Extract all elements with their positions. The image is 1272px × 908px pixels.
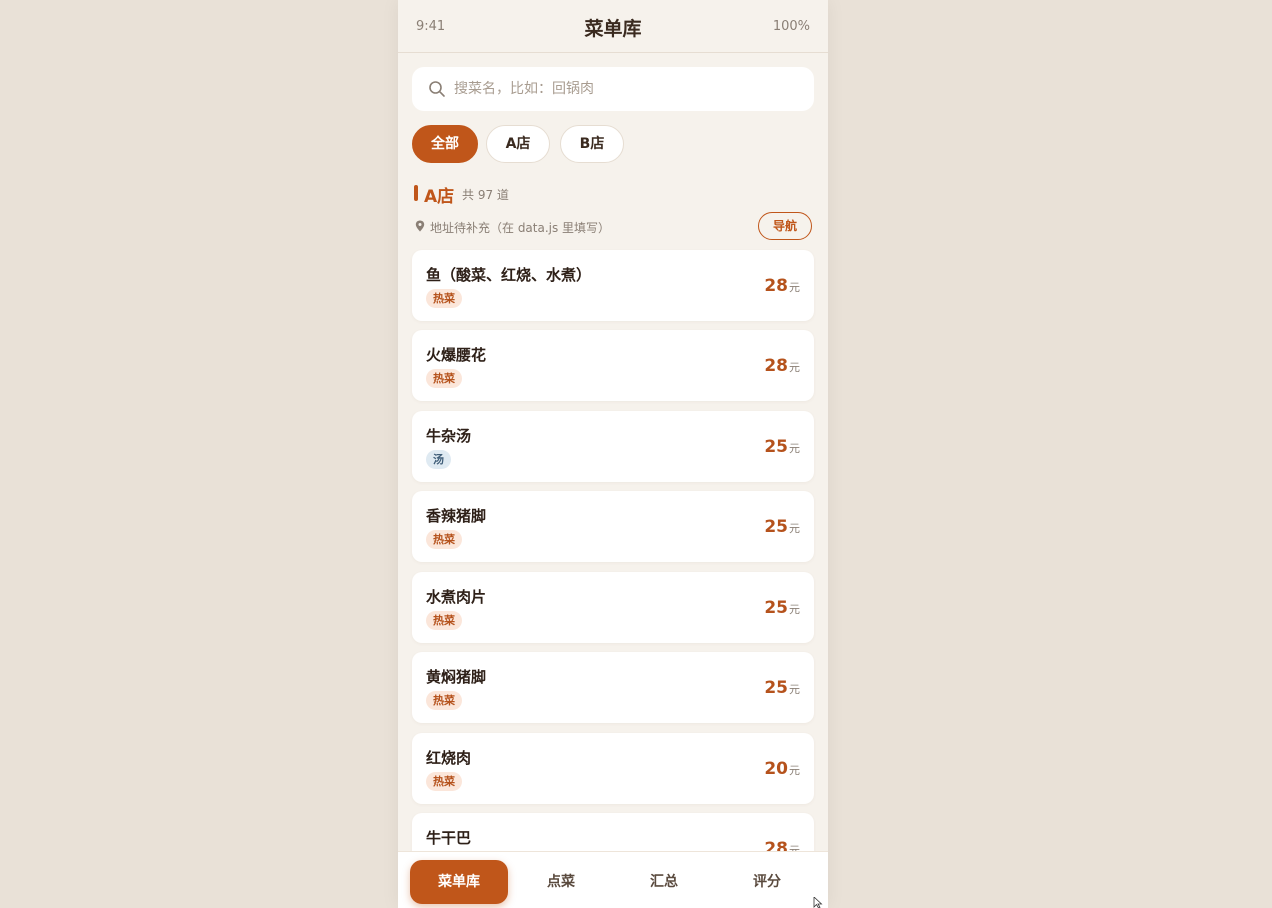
status-bar: 9:41 菜单库 100% — [398, 0, 828, 53]
nav-summary[interactable]: 汇总 — [615, 860, 713, 904]
nav-menu-library[interactable]: 菜单库 — [410, 860, 508, 904]
dish-tag: 热菜 — [426, 611, 462, 630]
dish-card[interactable]: 水煮肉片 热菜 25元 — [412, 572, 814, 643]
dish-name: 牛干巴 — [426, 829, 472, 847]
nav-order[interactable]: 点菜 — [512, 860, 610, 904]
dish-name: 红烧肉 — [426, 749, 472, 767]
dish-price: 20元 — [764, 759, 800, 779]
section-accent-bar — [414, 185, 418, 201]
price-unit: 元 — [789, 522, 800, 535]
price-unit: 元 — [789, 442, 800, 455]
price-value: 25 — [764, 437, 788, 457]
search-icon — [429, 81, 445, 97]
dish-tag: 汤 — [426, 450, 451, 469]
navigate-button[interactable]: 导航 — [758, 212, 812, 240]
price-unit: 元 — [789, 683, 800, 696]
dish-name: 水煮肉片 — [426, 588, 487, 606]
dish-card[interactable]: 火爆腰花 热菜 28元 — [412, 330, 814, 401]
dish-price: 25元 — [764, 678, 800, 698]
dish-tag: 热菜 — [426, 289, 462, 308]
bottom-nav: 菜单库 点菜 汇总 评分 — [398, 851, 828, 908]
dish-name: 鱼（酸菜、红烧、水煮） — [426, 266, 592, 284]
section-title: A店 — [424, 187, 455, 207]
dish-card[interactable]: 黄焖猪脚 热菜 25元 — [412, 652, 814, 723]
price-unit: 元 — [789, 764, 800, 777]
mouse-cursor-icon — [813, 897, 823, 908]
search-bar[interactable] — [412, 67, 814, 111]
price-value: 25 — [764, 517, 788, 537]
dish-tag: 热菜 — [426, 772, 462, 791]
dish-price: 25元 — [764, 598, 800, 618]
location-pin-icon — [415, 220, 425, 232]
dish-card[interactable]: 牛杂汤 汤 25元 — [412, 411, 814, 482]
dish-name: 黄焖猪脚 — [426, 668, 487, 686]
tab-store-a[interactable]: A店 — [486, 125, 550, 163]
dish-card[interactable]: 鱼（酸菜、红烧、水煮） 热菜 28元 — [412, 250, 814, 321]
dish-tag: 热菜 — [426, 530, 462, 549]
dish-name: 火爆腰花 — [426, 346, 487, 364]
section-count: 共 97 道 — [462, 188, 509, 202]
price-value: 28 — [764, 276, 788, 296]
dish-name: 香辣猪脚 — [426, 507, 487, 525]
price-unit: 元 — [789, 603, 800, 616]
price-unit: 元 — [789, 281, 800, 294]
dish-card[interactable]: 香辣猪脚 热菜 25元 — [412, 491, 814, 562]
search-input[interactable] — [454, 67, 794, 111]
dish-price: 28元 — [764, 356, 800, 376]
nav-rating[interactable]: 评分 — [718, 860, 816, 904]
price-value: 25 — [764, 598, 788, 618]
tab-all[interactable]: 全部 — [412, 125, 478, 163]
tab-store-b[interactable]: B店 — [560, 125, 624, 163]
price-value: 28 — [764, 356, 788, 376]
battery-level: 100% — [772, 19, 810, 34]
dish-price: 25元 — [764, 517, 800, 537]
phone-frame: 9:41 菜单库 100% 全部 A店 B店 A店 共 97 道 地址待补充（在… — [398, 0, 828, 908]
dish-price: 28元 — [764, 276, 800, 296]
dish-tag: 热菜 — [426, 691, 462, 710]
dish-name: 牛杂汤 — [426, 427, 472, 445]
price-value: 25 — [764, 678, 788, 698]
dish-card[interactable]: 红烧肉 热菜 20元 — [412, 733, 814, 804]
price-unit: 元 — [789, 361, 800, 374]
page-title: 菜单库 — [584, 18, 642, 40]
dish-price: 25元 — [764, 437, 800, 457]
store-address: 地址待补充（在 data.js 里填写） — [430, 221, 611, 235]
dish-tag: 热菜 — [426, 369, 462, 388]
price-value: 20 — [764, 759, 788, 779]
